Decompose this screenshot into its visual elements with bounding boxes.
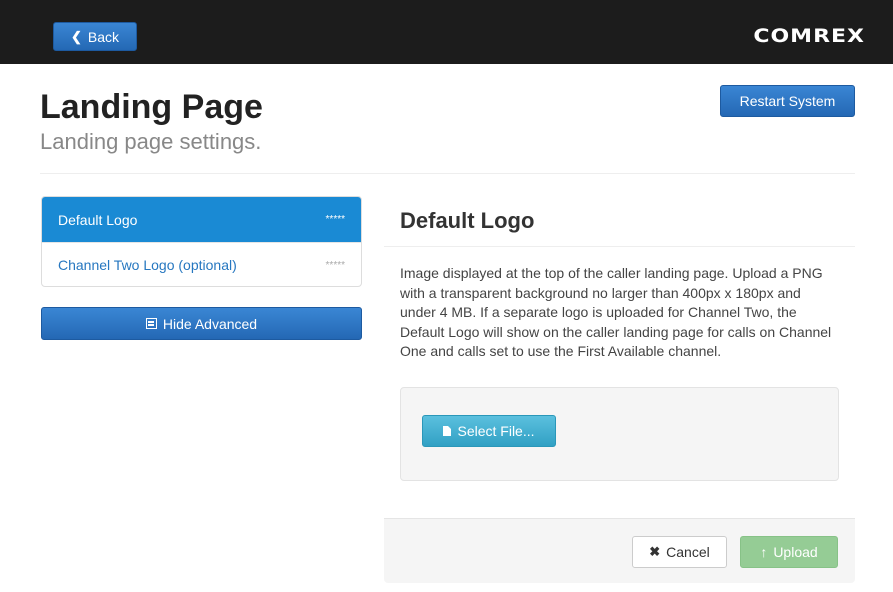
list-item-channel-two-logo[interactable]: Channel Two Logo (optional) *****: [42, 242, 361, 286]
hide-advanced-button[interactable]: Hide Advanced: [41, 307, 362, 340]
list-icon: [145, 318, 157, 329]
hide-advanced-label: Hide Advanced: [162, 315, 258, 332]
page-title: Landing Page: [40, 88, 263, 126]
file-icon: [443, 426, 452, 436]
brand-logo: COMREX: [753, 25, 865, 48]
panel-divider: [384, 246, 855, 247]
panel-title: Default Logo: [400, 208, 535, 233]
logo-list: Default Logo ***** Channel Two Logo (opt…: [41, 196, 362, 287]
back-button[interactable]: ❮ Back: [53, 22, 137, 51]
list-item-label: Channel Two Logo (optional): [58, 257, 237, 273]
select-file-label: Select File...: [457, 423, 535, 439]
restart-system-button[interactable]: Restart System: [720, 85, 855, 117]
panel-footer: ✖ Cancel ↑ Upload: [384, 518, 855, 583]
list-item-default-logo[interactable]: Default Logo *****: [42, 197, 361, 242]
cancel-button[interactable]: ✖ Cancel: [632, 536, 727, 568]
page-subtitle: Landing page settings.: [40, 129, 262, 154]
file-upload-well: Select File...: [400, 387, 839, 481]
header-divider: [40, 173, 855, 174]
upload-label: Upload: [773, 544, 818, 560]
back-button-label: Back: [87, 28, 120, 45]
chevron-left-icon: ❮: [70, 28, 82, 44]
panel-description: Image displayed at the top of the caller…: [400, 265, 832, 359]
upload-button[interactable]: ↑ Upload: [740, 536, 838, 568]
list-item-label: Default Logo: [58, 211, 138, 228]
top-navbar: ❮ Back COMREX: [0, 0, 893, 64]
x-icon: ✖: [649, 544, 661, 559]
list-item-badge: *****: [325, 259, 345, 271]
arrow-up-icon: ↑: [760, 544, 768, 560]
cancel-label: Cancel: [666, 544, 710, 560]
select-file-button[interactable]: Select File...: [422, 415, 556, 447]
list-item-badge: *****: [325, 214, 345, 225]
